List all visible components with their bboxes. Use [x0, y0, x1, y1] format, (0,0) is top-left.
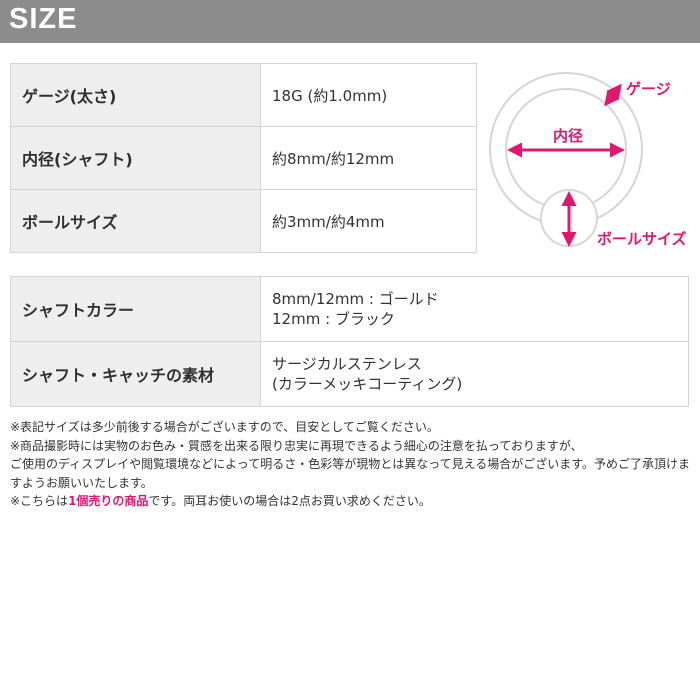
table-row: シャフトカラー 8mm/12mm : ゴールド 12mm : ブラック	[10, 276, 689, 342]
spec-value-line: サージカルステンレス	[272, 355, 422, 373]
spec-value-inner-diameter: 約8mm/約12mm	[260, 126, 477, 190]
spec-value-material: サージカルステンレス (カラーメッキコーティング)	[260, 341, 689, 407]
note-size-approx: ※表記サイズは多少前後する場合がございますので、目安としてご覧ください。	[10, 420, 439, 434]
spec-table-material: シャフトカラー 8mm/12mm : ゴールド 12mm : ブラック シャフト…	[10, 276, 689, 407]
gauge-label: ゲージ	[626, 80, 671, 98]
note-single-highlight: 1個売りの商品	[68, 494, 149, 509]
spec-table-basic: ゲージ(太さ) 18G (約1.0mm) 内径(シャフト) 約8mm/約12mm…	[10, 63, 477, 253]
spec-value-shaft-color: 8mm/12mm : ゴールド 12mm : ブラック	[260, 276, 689, 342]
note-color-disclaimer: ※商品撮影時には実物のお色み・質感を出来る限り忠実に再現できるよう細心の注意を払…	[10, 437, 694, 493]
spec-label-inner-diameter: 内径(シャフト)	[10, 126, 261, 190]
table-row: ゲージ(太さ) 18G (約1.0mm)	[10, 63, 477, 127]
page-title: SIZE	[9, 3, 78, 35]
spec-label-ball-size: ボールサイズ	[10, 189, 261, 253]
note-single-prefix: ※こちらは	[10, 494, 69, 509]
notes-section: ※表記サイズは多少前後する場合がございますので、目安としてご覧ください。 ※商品…	[10, 418, 694, 511]
spec-value-line: 8mm/12mm : ゴールド	[272, 290, 439, 308]
note-color-line-2: ご使用のディスプレイや閲覧環境などによって明るさ・色彩等が現物とは異なって見える…	[10, 457, 691, 490]
note-single-suffix: です。両耳お使いの場合は2点お買い求めください。	[148, 494, 431, 509]
spec-value-line: (カラーメッキコーティング)	[272, 375, 463, 393]
note-color-line-1: ※商品撮影時には実物のお色み・質感を出来る限り忠実に再現できるよう細心の注意を払…	[10, 438, 583, 453]
ball-size-label: ボールサイズ	[597, 230, 687, 248]
ring-diagram: 内径 ゲージ ボールサイズ	[489, 72, 687, 248]
note-single-item: ※こちらは1個売りの商品です。両耳お使いの場合は2点お買い求めください。	[10, 492, 694, 511]
spec-label-material: シャフト・キャッチの素材	[10, 341, 261, 407]
header-bar: SIZE	[0, 0, 700, 43]
spec-value-ball-size: 約3mm/約4mm	[260, 189, 477, 253]
table-row: 内径(シャフト) 約8mm/約12mm	[10, 126, 477, 190]
spec-value-gauge: 18G (約1.0mm)	[260, 63, 477, 127]
inner-diameter-label: 内径	[553, 127, 583, 145]
table-row: シャフト・キャッチの素材 サージカルステンレス (カラーメッキコーティング)	[10, 341, 689, 407]
table-row: ボールサイズ 約3mm/約4mm	[10, 189, 477, 253]
spec-value-line: 12mm : ブラック	[272, 310, 395, 328]
spec-label-shaft-color: シャフトカラー	[10, 276, 261, 342]
spec-label-gauge: ゲージ(太さ)	[10, 63, 261, 127]
